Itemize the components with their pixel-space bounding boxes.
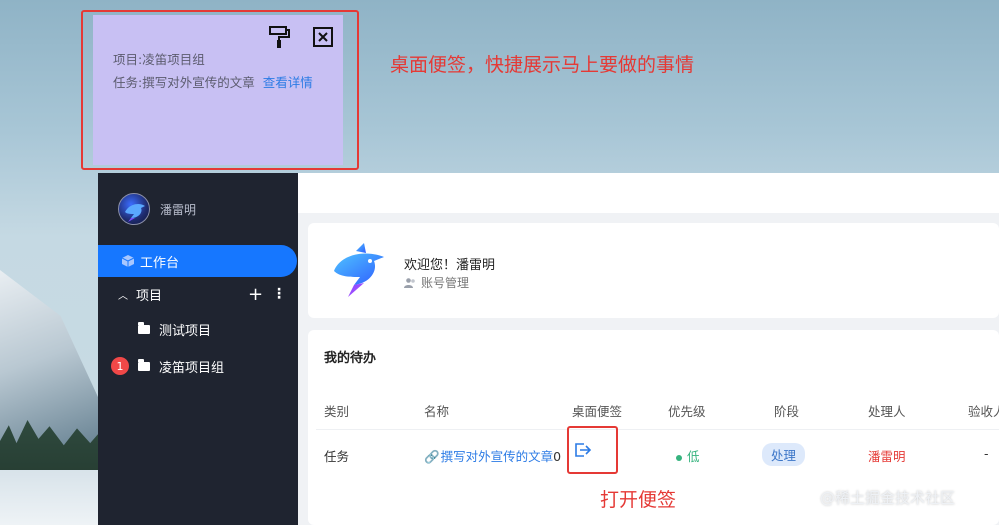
sidebar-item-workbench[interactable]: 工作台 xyxy=(98,245,297,277)
col-header-category: 类别 xyxy=(324,404,350,419)
desktop-sticky-note[interactable]: 项目:凌笛项目组 任务:撰写对外宣传的文章 查看详情 xyxy=(93,15,343,165)
sidebar-item-projects[interactable]: ︿ 项目 + ⋮ xyxy=(98,279,298,309)
snow-scenery xyxy=(0,470,110,525)
sidebar-item-label: 测试项目 xyxy=(159,323,212,339)
priority-dot-icon xyxy=(676,454,682,461)
handler-name: 潘雷明 xyxy=(868,449,906,464)
sidebar-item-lingdi-project[interactable]: 凌笛项目组 xyxy=(98,351,298,381)
stage-tag[interactable]: 处理 xyxy=(762,443,806,466)
col-header-name: 名称 xyxy=(424,404,450,419)
avatar xyxy=(118,193,150,225)
view-detail-link[interactable]: 查看详情 xyxy=(263,75,313,90)
folder-icon xyxy=(138,321,150,334)
col-header-handler: 处理人 xyxy=(868,404,906,419)
close-icon[interactable] xyxy=(312,25,334,49)
task-name-link[interactable]: 🔗撰写对外宣传的文章0 xyxy=(424,446,561,465)
priority-indicator: 低 xyxy=(676,446,700,465)
workbench-label: 工作台 xyxy=(140,255,180,271)
shark-avatar-icon xyxy=(125,204,145,222)
welcome-greeting: 欢迎您！潘雷明 xyxy=(404,258,496,273)
user-profile[interactable]: 潘雷明 xyxy=(118,193,196,225)
col-header-acceptor: 验收人 xyxy=(968,404,999,419)
cube-icon xyxy=(122,255,134,267)
more-options-icon[interactable]: ⋮ xyxy=(272,286,286,302)
account-management-link[interactable]: 账号管理 xyxy=(404,274,469,291)
watermark: @稀土掘金技术社区 xyxy=(820,489,956,507)
annotation-desktop-note: 桌面便签，快捷展示马上要做的事情 xyxy=(390,54,695,76)
sticky-task-text: 任务:撰写对外宣传的文章 xyxy=(113,75,255,90)
table-divider xyxy=(316,429,999,430)
welcome-card: 欢迎您！潘雷明 账号管理 xyxy=(308,223,999,318)
task-name-text: 撰写对外宣传的文章 xyxy=(440,449,554,464)
cell-category: 任务 xyxy=(324,449,350,464)
sidebar-item-test-project[interactable]: 测试项目 xyxy=(98,314,298,344)
sidebar: 潘雷明 工作台 ︿ 项目 + ⋮ 测试项目 1 凌笛项目组 xyxy=(98,173,298,525)
task-name-suffix: 0 xyxy=(553,449,562,464)
col-header-priority: 优先级 xyxy=(668,404,706,419)
col-header-stage: 阶段 xyxy=(774,404,800,419)
paint-brush-icon[interactable] xyxy=(268,25,290,49)
projects-label: 项目 xyxy=(136,288,163,304)
link-icon: 🔗 xyxy=(424,449,440,464)
account-management-label: 账号管理 xyxy=(421,276,470,290)
chevron-up-icon[interactable]: ︿ xyxy=(118,287,128,302)
add-project-icon[interactable]: + xyxy=(248,284,263,305)
open-sticky-note-icon[interactable] xyxy=(574,442,592,458)
acceptor-value: - xyxy=(984,446,989,461)
folder-icon xyxy=(138,358,150,371)
priority-label: 低 xyxy=(687,449,700,464)
sticky-task-line: 任务:撰写对外宣传的文章 查看详情 xyxy=(113,72,313,91)
sidebar-item-label: 凌笛项目组 xyxy=(159,360,225,376)
col-header-desktop-note: 桌面便签 xyxy=(572,404,623,419)
todo-title: 我的待办 xyxy=(324,351,377,366)
annotation-open-note: 打开便签 xyxy=(600,489,677,511)
sticky-project-line: 项目:凌笛项目组 xyxy=(113,52,205,67)
app-window: 潘雷明 工作台 ︿ 项目 + ⋮ 测试项目 1 凌笛项目组 欢迎您！潘雷明 账号… xyxy=(98,173,999,525)
username: 潘雷明 xyxy=(160,202,197,217)
users-icon xyxy=(404,277,415,288)
shark-logo-icon xyxy=(334,243,384,297)
top-bar xyxy=(298,173,999,213)
